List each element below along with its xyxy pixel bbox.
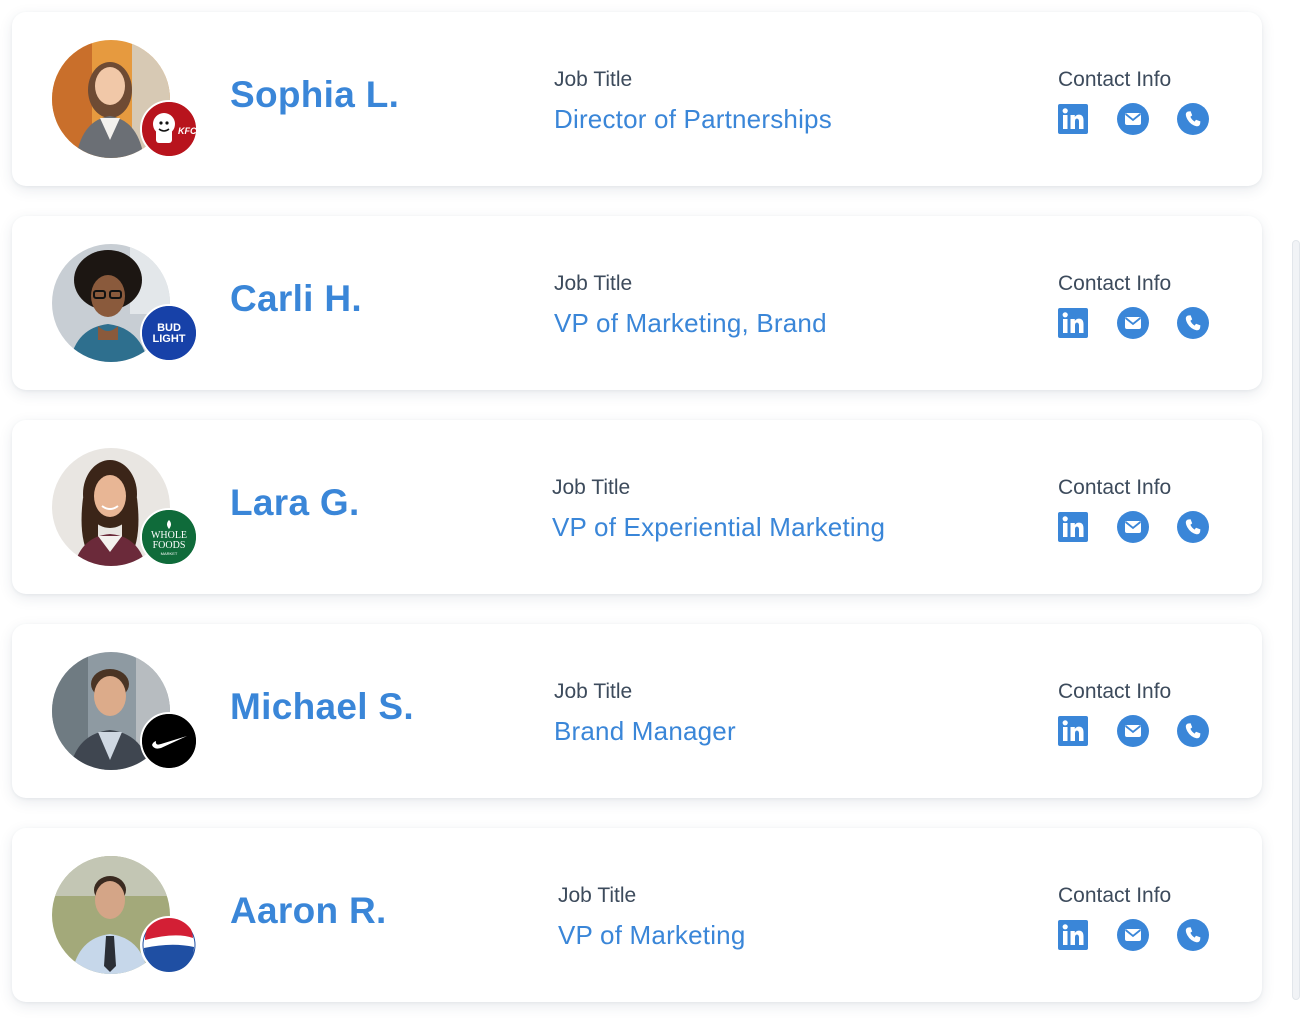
contact-info-label: Contact Info [1058, 272, 1172, 295]
contact-name: Aaron R. [230, 890, 387, 931]
contact-info-label: Contact Info [1058, 476, 1172, 499]
mail-icon[interactable] [1117, 919, 1149, 951]
phone-icon[interactable] [1177, 307, 1209, 339]
mail-icon[interactable] [1117, 103, 1149, 135]
contact-info-label: Contact Info [1058, 68, 1172, 91]
job-title-label: Job Title [558, 884, 637, 907]
bud-light-logo: BUD LIGHT [140, 304, 198, 362]
svg-text:MARKET: MARKET [161, 551, 178, 556]
job-title-value: Director of Partnerships [554, 104, 832, 134]
mail-icon[interactable] [1117, 307, 1149, 339]
contact-name: Lara G. [230, 482, 360, 523]
job-title-label: Job Title [554, 272, 633, 295]
nike-logo [140, 712, 198, 770]
contact-card: WHOLE FOODS MARKET Lara G. Job Title VP … [12, 420, 1262, 594]
mail-icon[interactable] [1117, 511, 1149, 543]
linkedin-icon[interactable] [1058, 104, 1088, 134]
linkedin-icon[interactable] [1058, 920, 1088, 950]
contact-name: Sophia L. [230, 74, 400, 115]
contact-card: Aaron R. Job Title VP of Marketing Conta… [12, 828, 1262, 1002]
job-title-value: VP of Marketing, Brand [554, 308, 827, 338]
job-title-value: Brand Manager [554, 716, 736, 746]
linkedin-icon[interactable] [1058, 512, 1088, 542]
phone-icon[interactable] [1177, 103, 1209, 135]
whole-foods-logo: WHOLE FOODS MARKET [140, 508, 198, 566]
contact-name: Carli H. [230, 278, 362, 319]
linkedin-icon[interactable] [1058, 716, 1088, 746]
job-title-value: VP of Experiential Marketing [552, 512, 886, 542]
phone-icon[interactable] [1177, 919, 1209, 951]
mail-icon[interactable] [1117, 715, 1149, 747]
contact-card: KFC Sophia L. Job Title Director of Part… [12, 12, 1262, 186]
contact-info-label: Contact Info [1058, 680, 1172, 703]
job-title-label: Job Title [554, 680, 633, 703]
kfc-logo: KFC [140, 100, 198, 158]
svg-text:FOODS: FOODS [153, 540, 186, 551]
scrollbar[interactable] [1292, 240, 1300, 1000]
pepsi-logo [140, 916, 198, 974]
contact-info-label: Contact Info [1058, 884, 1172, 907]
contact-card: BUD LIGHT Carli H. Job Title VP of Marke… [12, 216, 1262, 390]
job-title-label: Job Title [554, 68, 633, 91]
svg-text:LIGHT: LIGHT [153, 333, 186, 345]
job-title-value: VP of Marketing [558, 920, 746, 950]
job-title-label: Job Title [552, 476, 631, 499]
linkedin-icon[interactable] [1058, 308, 1088, 338]
phone-icon[interactable] [1177, 715, 1209, 747]
phone-icon[interactable] [1177, 511, 1209, 543]
contact-card: Michael S. Job Title Brand Manager Conta… [12, 624, 1262, 798]
svg-text:KFC: KFC [178, 126, 196, 136]
contact-name: Michael S. [230, 686, 414, 727]
